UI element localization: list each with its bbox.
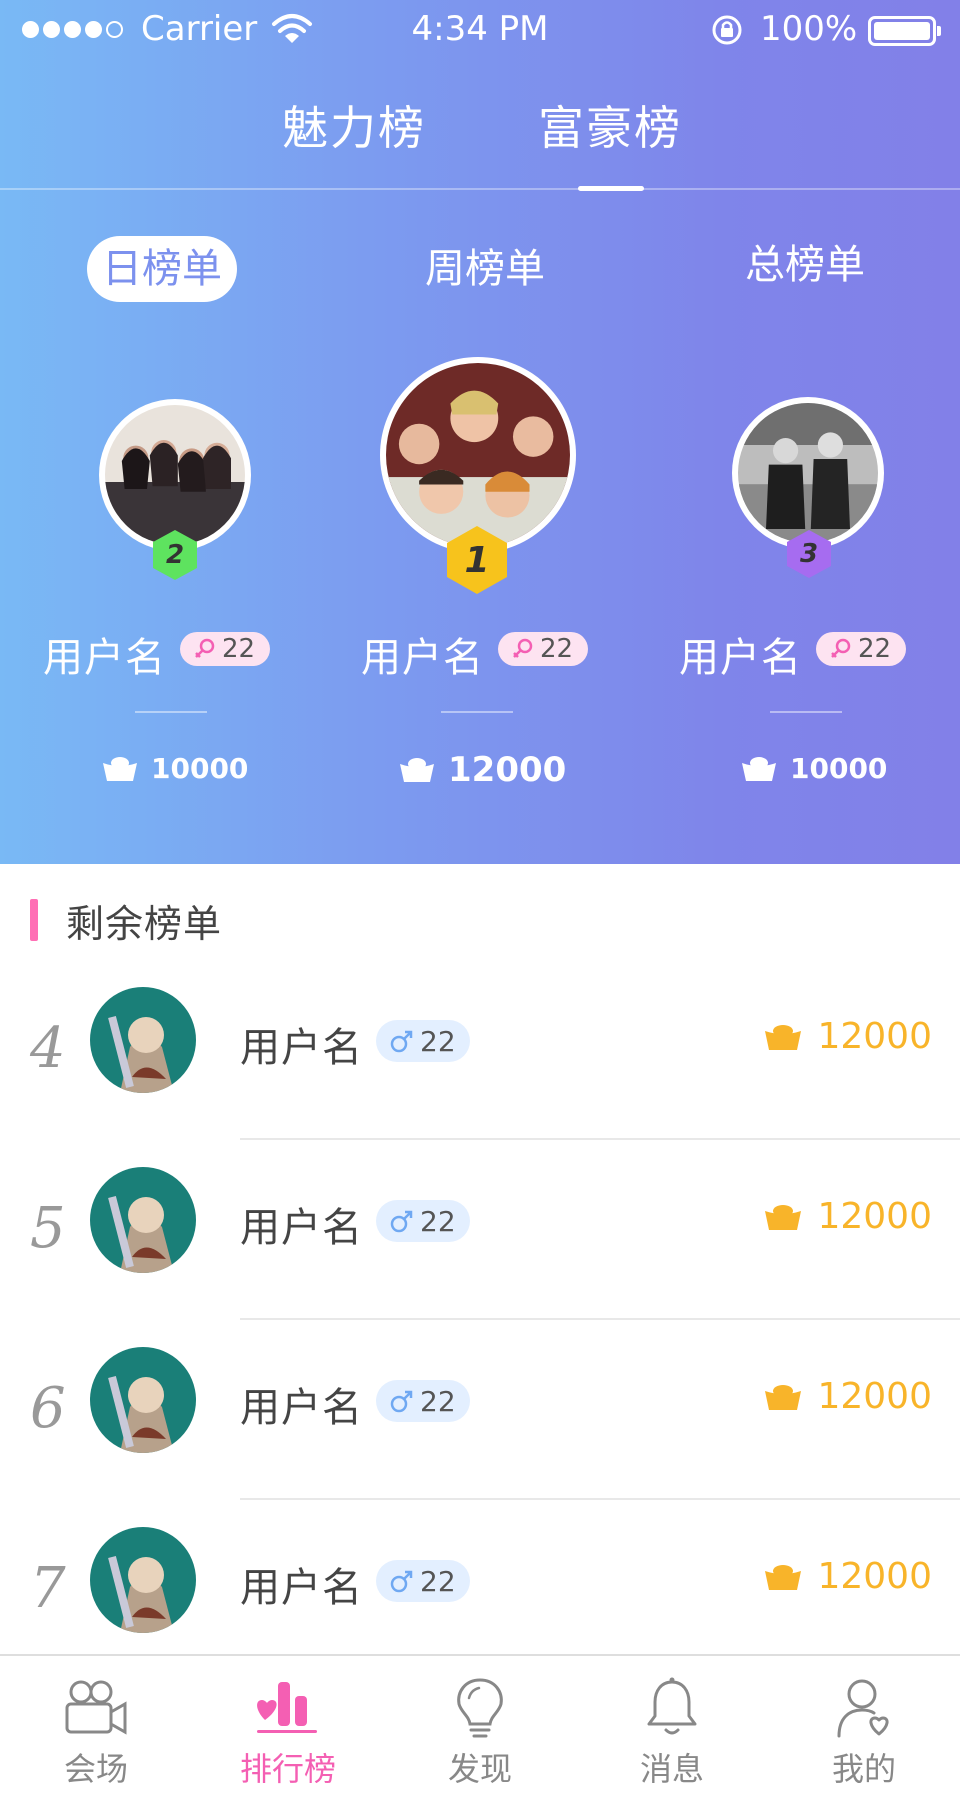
rank-number: 5 [30,1196,66,1261]
gender-age-badge: 22 [376,1200,470,1242]
gender-age-badge: 22 [816,632,906,666]
gender-age-badge: 22 [376,1560,470,1602]
gold-ingot-icon [103,756,137,781]
list-item[interactable]: 5 用户名 22 12000 [0,1140,960,1320]
avatar[interactable] [90,1167,196,1273]
rank-number: 6 [30,1376,66,1441]
list-item[interactable]: 6 用户名 22 12000 [0,1320,960,1500]
age-label: 22 [540,634,574,664]
username: 用户名 [240,1565,363,1611]
ranking-chart-icon [257,1682,317,1733]
coin-amount: 10000 [151,752,249,785]
gold-ingot-icon [765,1384,802,1410]
user-heart-icon [837,1679,889,1738]
coin-amount: 12000 [817,1196,932,1237]
coin-amount: 12000 [817,1016,932,1057]
coin-amount: 12000 [817,1556,932,1597]
male-icon [390,1390,413,1413]
tab-label: 我的 [831,1750,896,1788]
gender-age-badge: 22 [376,1380,470,1422]
section-header: 剩余榜单 [30,895,223,946]
avatar[interactable] [90,1527,196,1633]
gender-age-badge: 22 [498,632,588,666]
podium-first-place[interactable]: 1 用户名 22 12000 [330,0,630,864]
divider [441,711,513,713]
section-title: 剩余榜单 [66,901,223,946]
coin-total: 12000 [763,1556,932,1597]
avatar[interactable] [380,357,576,553]
gold-ingot-icon [765,1564,802,1590]
gold-ingot-icon [742,756,776,781]
avatar[interactable] [90,1347,196,1453]
username: 用户名 [240,1205,363,1251]
ranking-list: 4 用户名 22 12000 5 用户名 22 12000 6 用户名 22 1… [0,960,960,1680]
age-label: 22 [222,634,256,664]
bell-icon [647,1677,697,1735]
leaderboard-header: Carrier 4:34 PM 100% 魅力榜 富豪榜 日榜单 周榜单 总榜单 [0,0,960,864]
username: 用户名 [43,635,166,681]
age-label: 22 [420,1384,456,1418]
avatar[interactable] [732,397,884,549]
section-accent-bar [30,899,38,941]
rank-number: 1 [464,539,490,581]
coin-total: 10000 [101,752,248,785]
female-icon [195,638,215,658]
tab-messages[interactable]: 消息 [576,1656,768,1800]
list-item[interactable]: 4 用户名 22 12000 [0,960,960,1140]
tab-label: 消息 [639,1750,704,1788]
coin-total: 12000 [763,1196,932,1237]
divider [770,711,842,713]
tab-label: 会场 [63,1750,128,1788]
age-label: 22 [420,1564,456,1598]
coin-total: 10000 [740,752,887,785]
rank-number: 3 [799,539,819,569]
rank-number: 2 [165,540,185,570]
gold-ingot-icon [765,1024,802,1050]
tab-profile[interactable]: 我的 [768,1656,960,1800]
avatar[interactable] [90,987,196,1093]
coin-amount: 12000 [448,750,567,790]
tab-label: 排行榜 [239,1750,336,1788]
coin-total: 12000 [763,1376,932,1417]
divider [135,711,207,713]
username: 用户名 [361,635,484,681]
tab-ranking[interactable]: 排行榜 [192,1656,384,1800]
gold-ingot-icon [765,1204,802,1230]
tab-discover[interactable]: 发现 [384,1656,576,1800]
tab-venue[interactable]: 会场 [0,1656,192,1800]
username: 用户名 [240,1025,363,1071]
male-icon [390,1030,413,1053]
male-icon [390,1210,413,1233]
username: 用户名 [240,1385,363,1431]
username: 用户名 [679,635,802,681]
age-label: 22 [420,1204,456,1238]
rank-number: 4 [30,1016,66,1081]
coin-total: 12000 [763,1016,932,1057]
rank-badge: 3 [786,529,832,579]
podium-third-place[interactable]: 3 用户名 22 10000 [658,0,958,864]
lightbulb-icon [457,1678,503,1738]
gender-age-badge: 22 [180,632,270,666]
coin-amount: 12000 [817,1376,932,1417]
rank-badge: 2 [152,529,198,581]
coin-total: 12000 [398,750,566,790]
coin-amount: 10000 [790,752,888,785]
gender-age-badge: 22 [376,1020,470,1062]
rank-badge: 1 [446,525,508,595]
age-label: 22 [858,634,892,664]
video-camera-icon [65,1680,127,1735]
female-icon [831,638,851,658]
list-item[interactable]: 7 用户名 22 12000 [0,1500,960,1680]
tab-label: 发现 [447,1750,512,1788]
rank-number: 7 [30,1556,66,1621]
bottom-tab-bar: 会场 排行榜 发现 消息 我的 [0,1654,960,1800]
male-icon [390,1570,413,1593]
female-icon [513,638,533,658]
podium-second-place[interactable]: 2 用户名 22 10000 [23,0,323,864]
gold-ingot-icon [400,758,434,782]
age-label: 22 [420,1024,456,1058]
